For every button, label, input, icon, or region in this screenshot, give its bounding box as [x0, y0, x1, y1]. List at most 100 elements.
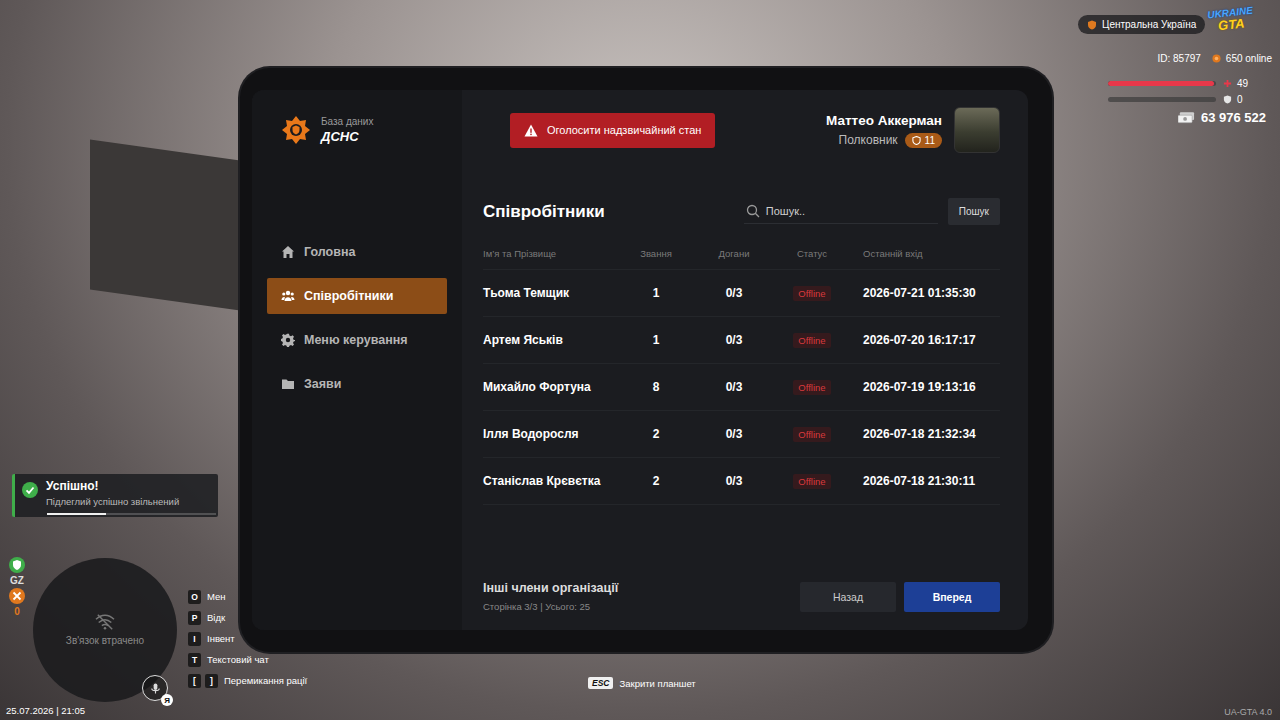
warning-icon: [524, 124, 538, 137]
employee-last-login: 2026-07-18 21:30:11: [845, 474, 1000, 488]
table-row[interactable]: Тьома Темщик10/3Offline2026-07-21 01:35:…: [483, 270, 1000, 317]
player-id: ID: 85797: [1157, 53, 1200, 64]
tablet: База даних ДСНС Оголосити надзвичайний ста…: [240, 68, 1052, 652]
online-icon: [1212, 54, 1221, 63]
keybind-label: Перемикання рації: [224, 675, 307, 686]
health-fill: [1108, 81, 1214, 86]
employee-rank: 1: [623, 286, 689, 300]
employee-rank: 8: [623, 380, 689, 394]
table-row[interactable]: Ілля Водоросля20/3Offline2026-07-18 21:3…: [483, 411, 1000, 458]
close-hint: ESCЗакрити планшет: [588, 677, 696, 689]
datetime: 25.07.2026 | 21:05: [6, 705, 85, 716]
health-value: 49: [1237, 78, 1248, 89]
key-cap: O: [188, 590, 201, 604]
armor-row: 0: [1108, 94, 1272, 105]
table-row[interactable]: Михайло Фортуна80/3Offline2026-07-19 19:…: [483, 364, 1000, 411]
column-header: Звання: [623, 248, 689, 259]
key-cap: [: [188, 674, 201, 688]
employee-last-login: 2026-07-20 16:17:17: [845, 333, 1000, 347]
level-value: 11: [925, 135, 935, 146]
employee-rank: 1: [623, 333, 689, 347]
user-profile: Маттео Аккерман Полковник11: [826, 107, 1000, 153]
status-badge: Offline: [793, 427, 830, 442]
status-badge: Offline: [793, 286, 830, 301]
money-icon: [1178, 112, 1195, 124]
sidebar-item[interactable]: Меню керування: [267, 322, 447, 358]
table-header: Ім’я та ПрізвищеЗванняДоганиСтатусОстанн…: [483, 237, 1000, 270]
sidebar: Головна Співробітники Меню керування Заяви: [252, 170, 462, 630]
next-button[interactable]: Вперед: [904, 582, 1000, 612]
profile-text: Маттео Аккерман Полковник11: [826, 113, 942, 148]
employee-status-cell: Offline: [779, 380, 845, 395]
status-badge: Offline: [793, 474, 830, 489]
player-stats: ID: 85797650 online49063 976 522: [1108, 53, 1272, 125]
key-cap: ESC: [588, 677, 613, 689]
key-cap: ]: [205, 674, 218, 688]
column-header: Ім’я та Прізвище: [483, 248, 623, 259]
emergency-label: Оголосити надзвичайний стан: [547, 124, 701, 136]
sidebar-item[interactable]: Співробітники: [267, 278, 447, 314]
tablet-screen: База даних ДСНС Оголосити надзвичайний ста…: [252, 90, 1028, 630]
employee-name: Тьома Темщик: [483, 286, 623, 300]
key-cap: P: [188, 611, 201, 625]
shield-icon: [1087, 20, 1097, 30]
search-field[interactable]: Пошук..: [744, 199, 938, 224]
armor-bar: [1108, 97, 1216, 102]
employee-warnings: 0/3: [689, 474, 779, 488]
armor-value: 0: [1237, 94, 1243, 105]
keybind-label: Текстовий чат: [207, 654, 269, 665]
voice-indicator: Я: [142, 675, 168, 701]
prev-button[interactable]: Назад: [800, 582, 896, 612]
keybind-label: Мен: [207, 591, 226, 602]
sidebar-item-label: Меню керування: [304, 333, 408, 347]
sidebar-item-label: Співробітники: [304, 289, 394, 303]
employee-status-cell: Offline: [779, 427, 845, 442]
table-row[interactable]: Артем Яськів10/3Offline2026-07-20 16:17:…: [483, 317, 1000, 364]
green-shield-icon: [9, 557, 25, 573]
logo-bottom: GTA: [1217, 17, 1245, 33]
pager-buttons: Назад Вперед: [800, 582, 1000, 612]
wall-map: [90, 139, 240, 310]
sidebar-item-label: Заяви: [304, 377, 341, 391]
people-icon: [281, 289, 295, 303]
pagination-title: Інші члени організації: [483, 581, 618, 595]
sidebar-item[interactable]: Заяви: [267, 366, 447, 402]
keybind-row: [] Перемикання рації: [188, 672, 307, 689]
employees-table: Ім’я та ПрізвищеЗванняДоганиСтатусОстанн…: [483, 237, 1000, 505]
user-avatar: [954, 107, 1000, 153]
search-icon: [746, 204, 760, 218]
title-row: Співробітники Пошук.. Пошук: [483, 198, 1000, 225]
brand-subtitle: База даних: [321, 116, 373, 127]
pagination: Інші члени організації Сторінка 3/3 | Усь…: [483, 581, 1000, 612]
sidebar-item-label: Головна: [304, 245, 355, 259]
region-label: Центральна Україна: [1078, 15, 1205, 34]
online-count: 650 online: [1226, 53, 1272, 64]
microphone-icon: [149, 682, 162, 695]
page-title: Співробітники: [483, 202, 605, 222]
employee-name: Ілля Водоросля: [483, 427, 623, 441]
brand-title: ДСНС: [321, 129, 373, 144]
user-name: Маттео Аккерман: [826, 113, 942, 128]
voice-badge: Я: [161, 694, 173, 706]
rank-row: Полковник11: [839, 133, 942, 148]
employees-page: Співробітники Пошук.. Пошук Ім’я та Прізвищ…: [462, 170, 1028, 630]
sidebar-item[interactable]: Головна: [267, 234, 447, 270]
health-row: 49: [1108, 78, 1272, 89]
game-screen: Центральна УкраїнаUKRAINEGTAID: 85797650…: [0, 0, 1280, 720]
search-button[interactable]: Пошук: [948, 198, 1000, 225]
employee-last-login: 2026-07-18 21:32:34: [845, 427, 1000, 441]
dsns-emblem-icon: [281, 115, 311, 145]
pagination-text: Інші члени організації Сторінка 3/3 | Усь…: [483, 581, 618, 612]
pagination-info: Сторінка 3/3 | Усього: 25: [483, 601, 618, 612]
notification-text: Успішно!Підлеглий успішно звільнений: [46, 479, 179, 507]
notification-timer: [47, 513, 216, 515]
table-row[interactable]: Станіслав Крєвєтка20/3Offline2026-07-18 …: [483, 458, 1000, 505]
folder-icon: [281, 377, 295, 391]
search-placeholder: Пошук..: [766, 205, 805, 217]
emergency-button[interactable]: Оголосити надзвичайний стан: [510, 113, 715, 148]
region-text: Центральна Україна: [1102, 19, 1196, 30]
status-badge: Offline: [793, 380, 830, 395]
column-header: Останній вхід: [845, 248, 1000, 259]
employee-status-cell: Offline: [779, 333, 845, 348]
employee-rank: 2: [623, 427, 689, 441]
